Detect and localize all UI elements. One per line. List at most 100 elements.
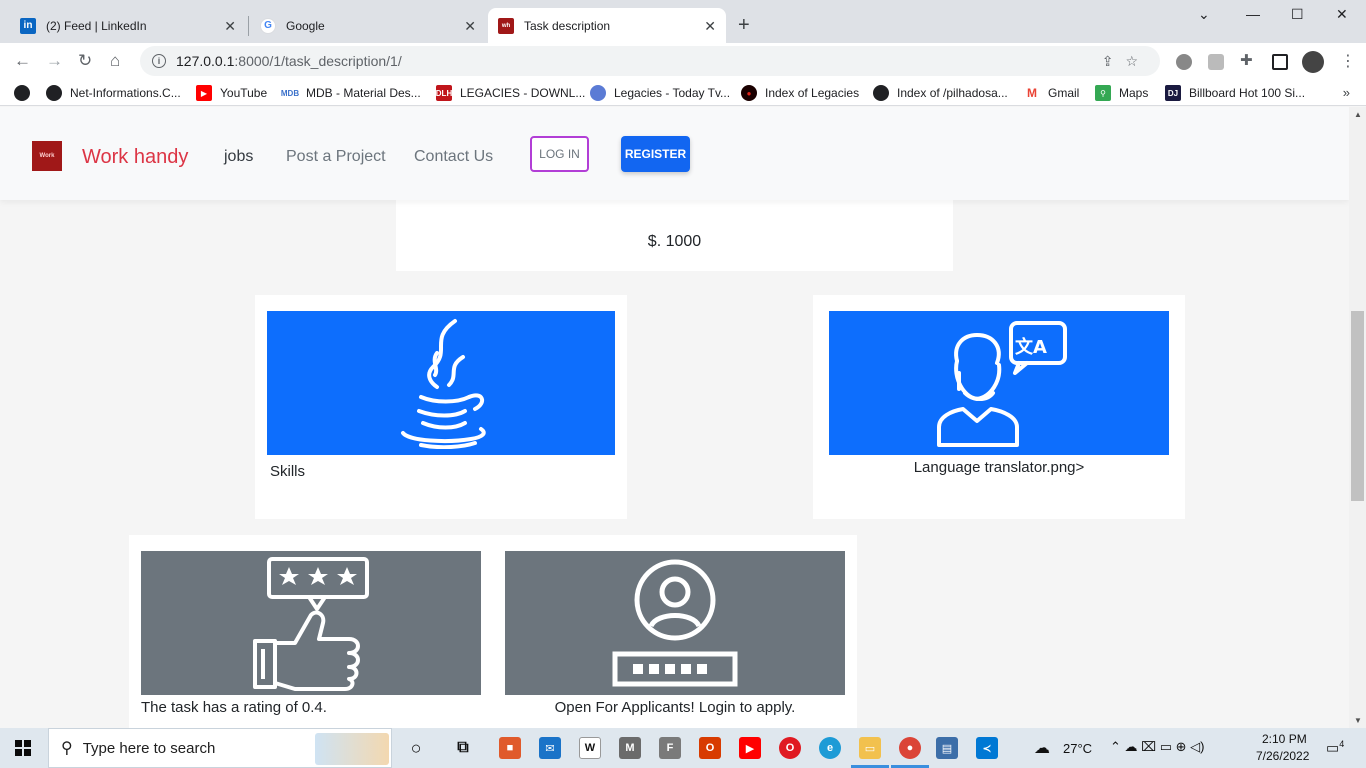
apply-login-image xyxy=(505,551,845,695)
new-tab-plus-icon[interactable]: + xyxy=(738,14,750,37)
site-info-icon[interactable]: i xyxy=(152,54,166,68)
bookmark-gmail[interactable]: M Gmail xyxy=(1024,85,1079,101)
chrome-icon[interactable]: ● xyxy=(899,737,921,759)
clock-date[interactable]: 7/26/2022 xyxy=(1256,749,1309,763)
notification-count: 4 xyxy=(1339,739,1345,749)
rating-image xyxy=(141,551,481,695)
weather-cloud-icon[interactable]: ☁ xyxy=(1034,738,1050,758)
home-icon[interactable]: ⌂ xyxy=(110,51,120,71)
window-close-icon[interactable]: ✕ xyxy=(1336,6,1348,23)
mdb-icon: MDB xyxy=(281,85,299,101)
f-app-icon[interactable]: F xyxy=(659,737,681,759)
zip-extension-icon[interactable] xyxy=(1208,54,1224,70)
cortana-circle-icon[interactable]: ○ xyxy=(405,737,427,759)
bookmark-net-informations[interactable]: Net-Informations.C... xyxy=(46,85,181,101)
profile-avatar[interactable] xyxy=(1302,51,1324,73)
dj-icon: DJ xyxy=(1165,85,1181,101)
bookmark-index-of-legacies[interactable]: ● Index of Legacies xyxy=(741,85,859,101)
opera-icon[interactable]: O xyxy=(779,737,801,759)
gmail-icon: M xyxy=(1024,85,1040,101)
page-viewport: Work Work handy jobs Post a Project Cont… xyxy=(0,107,1349,728)
tab-title: Task description xyxy=(524,18,611,33)
youtube-app-icon[interactable]: ▶ xyxy=(739,737,761,759)
thumbs-up-rating-icon xyxy=(253,557,369,691)
nav-contact-us[interactable]: Contact Us xyxy=(414,148,493,166)
application-status-caption: Open For Applicants! Login to apply. xyxy=(554,699,796,716)
office-icon[interactable]: O xyxy=(699,737,721,759)
brand-name[interactable]: Work handy xyxy=(82,146,188,169)
search-highlight-bicycle-image xyxy=(315,733,389,765)
tab-google[interactable]: G Google ✕ xyxy=(250,8,486,43)
login-button[interactable]: LOG IN xyxy=(530,136,589,172)
more-bookmarks-chevron-icon[interactable]: » xyxy=(1343,85,1350,100)
globe-icon xyxy=(873,85,889,101)
tab-divider xyxy=(248,16,249,36)
close-tab-icon[interactable]: ✕ xyxy=(704,18,716,35)
language-caption: Language translator.png> xyxy=(913,459,1085,476)
bookmark-legacies-download[interactable]: DLH LEGACIES - DOWNL... xyxy=(436,85,585,101)
scroll-up-arrow-icon[interactable]: ▲ xyxy=(1354,110,1362,119)
rating-status-card: The task has a rating of 0.4. Open For A… xyxy=(129,535,857,728)
scroll-down-arrow-icon[interactable]: ▼ xyxy=(1354,716,1362,725)
temperature[interactable]: 27°C xyxy=(1063,741,1092,756)
url-host: 127.0.0.1 xyxy=(176,53,235,69)
bookmark-maps[interactable]: ⚲ Maps xyxy=(1095,85,1148,101)
system-tray-icons[interactable]: ⌃ ☁ ⌧ ▭ ⊕ ◁) xyxy=(1110,739,1204,755)
windows-start-icon[interactable] xyxy=(15,740,31,756)
close-tab-icon[interactable]: ✕ xyxy=(464,18,476,35)
browser-tab-strip: in (2) Feed | LinkedIn ✕ G Google ✕ wh T… xyxy=(0,0,1366,43)
m-app-icon[interactable]: M xyxy=(619,737,641,759)
extension-icon[interactable] xyxy=(1176,54,1192,70)
site-navbar: Work Work handy jobs Post a Project Cont… xyxy=(0,107,1349,200)
puzzle-extensions-icon[interactable]: ✚ xyxy=(1240,51,1253,69)
forward-arrow-icon[interactable]: → xyxy=(46,51,63,71)
tab-title: (2) Feed | LinkedIn xyxy=(46,18,147,33)
page-scrollbar[interactable]: ▲ ▼ xyxy=(1349,107,1366,728)
back-arrow-icon[interactable]: ← xyxy=(14,51,31,71)
maximize-icon[interactable]: ☐ xyxy=(1291,6,1304,23)
menu-dots-icon[interactable]: ⋮ xyxy=(1340,51,1356,71)
taskbar-search-box[interactable]: ⚲ Type here to search xyxy=(48,728,392,768)
wikipedia-icon[interactable]: W xyxy=(579,737,601,759)
brand-logo[interactable]: Work xyxy=(32,141,62,171)
edge-icon[interactable]: e xyxy=(819,737,841,759)
bookmark-youtube[interactable]: ▶ YouTube xyxy=(196,85,267,101)
bookmark-index-of-pilhadosa[interactable]: Index of /pilhadosa... xyxy=(873,85,1008,101)
browser-toolbar: ← → ↻ ⌂ i 127.0.0.1:8000/1/task_descript… xyxy=(0,43,1366,80)
dlh-icon: DLH xyxy=(436,85,452,101)
skills-card: Skills xyxy=(255,295,627,519)
file-explorer-icon[interactable]: ▭ xyxy=(859,737,881,759)
side-panel-icon[interactable] xyxy=(1272,54,1288,70)
register-button[interactable]: REGISTER xyxy=(621,136,690,172)
reload-icon[interactable]: ↻ xyxy=(78,51,92,71)
language-card: 文A Language translator.png> xyxy=(813,295,1185,519)
mail-icon[interactable]: ✉ xyxy=(539,737,561,759)
nav-jobs[interactable]: jobs xyxy=(224,148,253,166)
microsoft-store-icon[interactable]: ■ xyxy=(499,737,521,759)
close-tab-icon[interactable]: ✕ xyxy=(224,18,236,35)
globe-icon[interactable] xyxy=(14,85,38,101)
scrollbar-thumb[interactable] xyxy=(1351,311,1364,501)
remote-desktop-icon[interactable]: ▤ xyxy=(936,737,958,759)
minimize-icon[interactable]: — xyxy=(1246,6,1260,22)
tab-search-chevron-icon[interactable]: ⌄ xyxy=(1198,6,1210,23)
nav-post-project[interactable]: Post a Project xyxy=(286,148,386,166)
task-view-icon[interactable]: ⧉ xyxy=(452,737,474,759)
notification-icon[interactable]: ▭4 xyxy=(1326,739,1344,757)
task-price: $. 1000 xyxy=(647,233,702,250)
java-skill-image xyxy=(267,311,615,455)
bookmark-billboard[interactable]: DJ Billboard Hot 100 Si... xyxy=(1165,85,1305,101)
film-reel-icon xyxy=(590,85,606,101)
java-coffee-cup-icon xyxy=(401,319,486,449)
clock-time[interactable]: 2:10 PM xyxy=(1262,732,1307,746)
bookmark-mdb[interactable]: MDB MDB - Material Des... xyxy=(281,85,421,101)
tab-linkedin[interactable]: in (2) Feed | LinkedIn ✕ xyxy=(10,8,246,43)
tab-task-description[interactable]: wh Task description ✕ xyxy=(488,8,726,43)
share-and-bookmark-star-icon[interactable]: ⇪☆ xyxy=(1102,53,1150,70)
bookmark-legacies-today[interactable]: Legacies - Today Tv... xyxy=(590,85,730,101)
language-translator-image: 文A xyxy=(829,311,1169,455)
address-bar[interactable]: i 127.0.0.1:8000/1/task_description/1/ ⇪… xyxy=(140,46,1160,76)
url-path: :8000/1/task_description/1/ xyxy=(234,53,402,69)
vscode-icon[interactable]: ≺ xyxy=(976,737,998,759)
translator-person-icon: 文A xyxy=(937,321,1067,447)
